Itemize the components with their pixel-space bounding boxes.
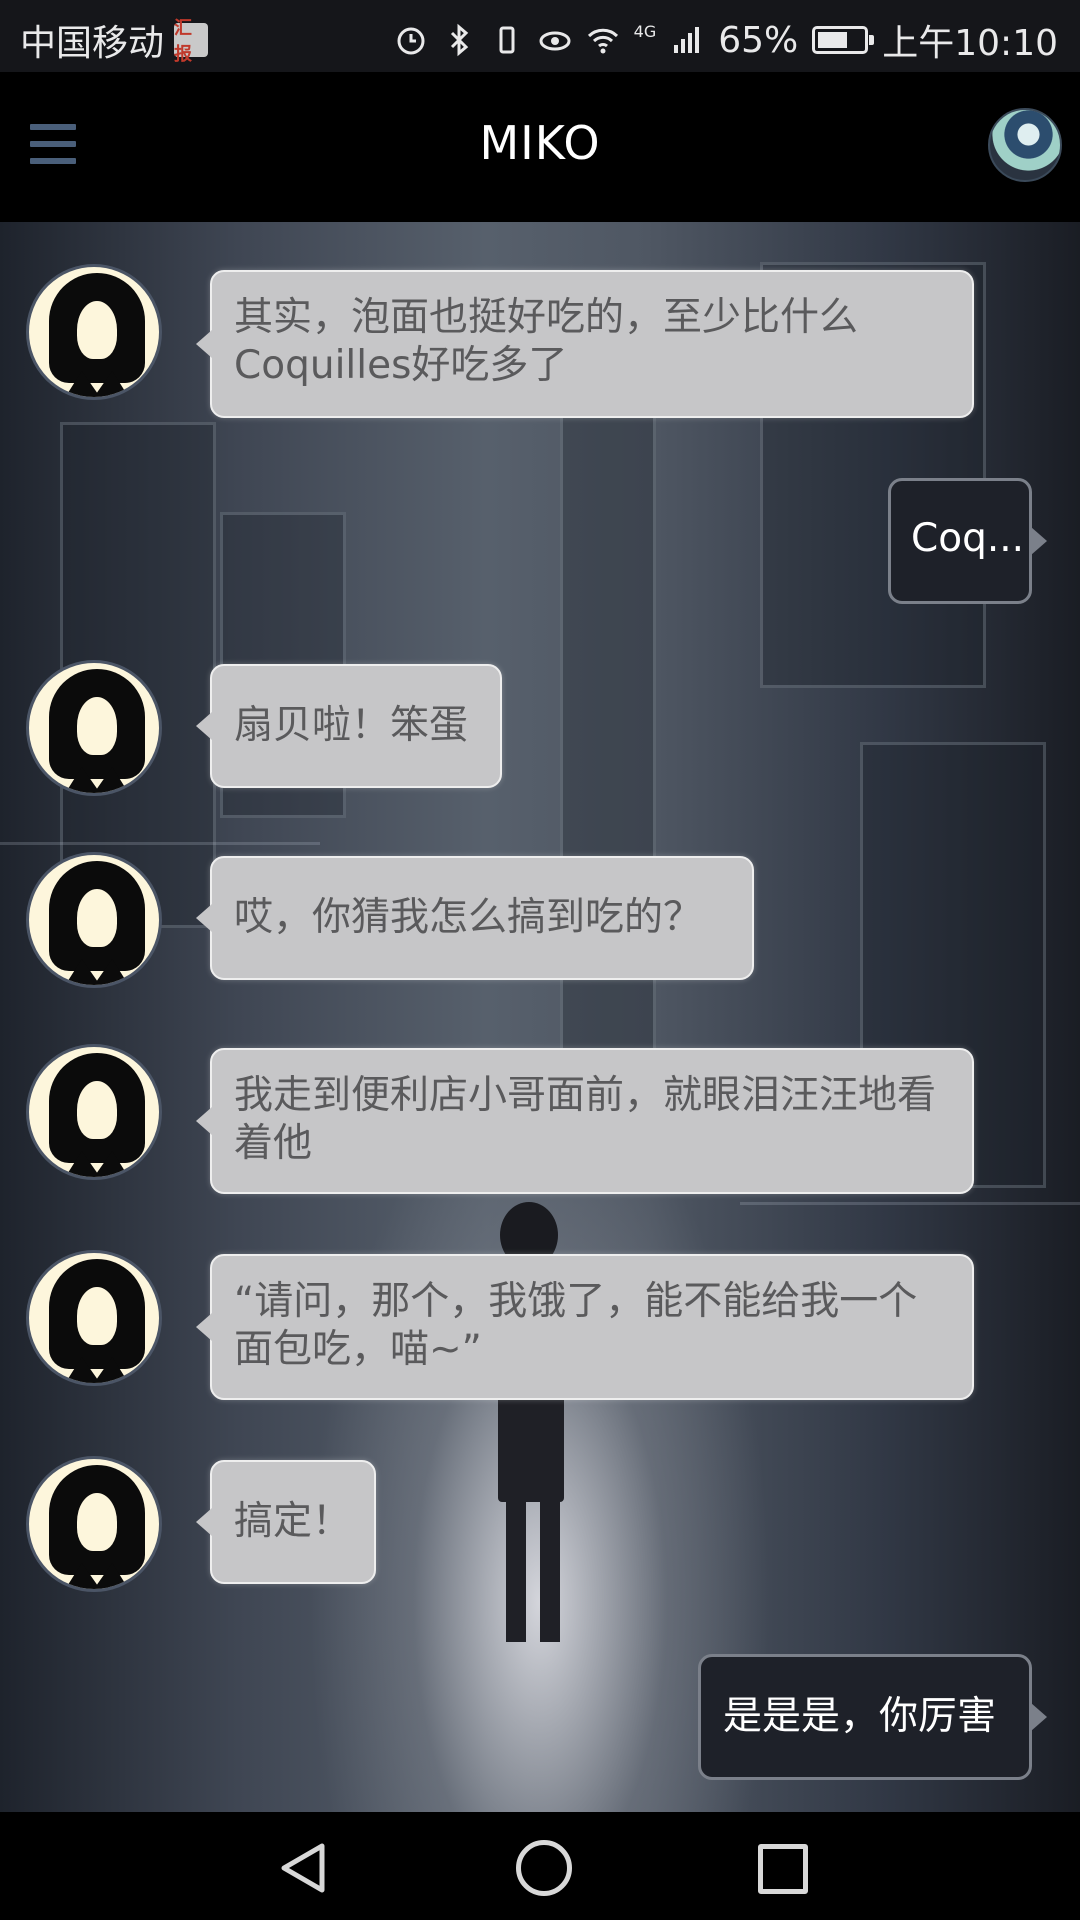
carrier-name: 中国移动: [20, 23, 165, 64]
wifi-icon: [587, 28, 618, 54]
message-text: 扇贝啦！笨蛋: [234, 703, 469, 748]
profile-avatar[interactable]: [988, 108, 1062, 182]
message-bubble-incoming[interactable]: 我走到便利店小哥面前，就眼泪汪汪地看着他: [196, 1048, 974, 1194]
clock: 上午10:10: [882, 23, 1058, 64]
battery-icon: [812, 26, 875, 54]
message-text: 搞定！: [234, 1499, 352, 1544]
network-type: 4G: [633, 21, 657, 41]
message-text: 哎，你猜我怎么搞到吃的？: [234, 895, 703, 940]
message-text: “请问，那个，我饿了，能不能给我一个面包吃，喵~”: [234, 1279, 918, 1372]
message-bubble-outgoing[interactable]: 是是是，你厉害: [698, 1654, 1047, 1780]
silhouette-figure: [540, 1482, 560, 1642]
chat-area[interactable]: 其实，泡面也挺好吃的，至少比什么Coquilles好吃多了 Coq... 扇贝啦…: [0, 222, 1080, 1812]
page-title: MIKO: [479, 116, 601, 170]
message-bubble-incoming[interactable]: “请问，那个，我饿了，能不能给我一个面包吃，喵~”: [196, 1254, 974, 1400]
bot-avatar[interactable]: [26, 660, 162, 796]
bot-avatar[interactable]: [26, 1456, 162, 1592]
recent-apps-square-icon[interactable]: [758, 1844, 808, 1894]
message-bubble-incoming[interactable]: 搞定！: [196, 1460, 376, 1584]
background-line: [0, 842, 320, 845]
bot-avatar[interactable]: [26, 852, 162, 988]
message-text: 其实，泡面也挺好吃的，至少比什么Coquilles好吃多了: [234, 295, 859, 388]
message-text: 是是是，你厉害: [723, 1694, 997, 1739]
navigation-bar: [0, 1812, 1080, 1920]
eye-comfort-icon: [539, 31, 571, 51]
back-triangle-icon[interactable]: [278, 1842, 328, 1894]
alarm-icon: [397, 27, 425, 55]
bot-avatar[interactable]: [26, 1250, 162, 1386]
bot-avatar[interactable]: [26, 1044, 162, 1180]
app-bar: MIKO: [0, 72, 1080, 222]
background-line: [740, 1202, 1080, 1205]
carrier-badge-icon: 汇报: [174, 18, 209, 65]
message-text: 我走到便利店小哥面前，就眼泪汪汪地看着他: [234, 1073, 937, 1166]
message-bubble-incoming[interactable]: 哎，你猜我怎么搞到吃的？: [196, 856, 754, 980]
silhouette-figure: [506, 1482, 526, 1642]
background-building: [560, 342, 656, 1168]
battery-percent: 65%: [718, 19, 799, 61]
message-bubble-incoming[interactable]: 其实，泡面也挺好吃的，至少比什么Coquilles好吃多了: [196, 270, 974, 418]
message-text: Coq...: [911, 516, 1025, 561]
message-bubble-incoming[interactable]: 扇贝啦！笨蛋: [196, 664, 502, 788]
signal-icon: [674, 27, 700, 53]
bluetooth-icon: [450, 23, 468, 57]
status-bar: 中国移动 汇报 4G 65% 上午10:10: [0, 0, 1080, 72]
bot-avatar[interactable]: [26, 264, 162, 400]
vibrate-icon: [499, 26, 515, 54]
home-circle-icon[interactable]: [516, 1840, 572, 1896]
message-bubble-outgoing[interactable]: Coq...: [888, 478, 1047, 604]
